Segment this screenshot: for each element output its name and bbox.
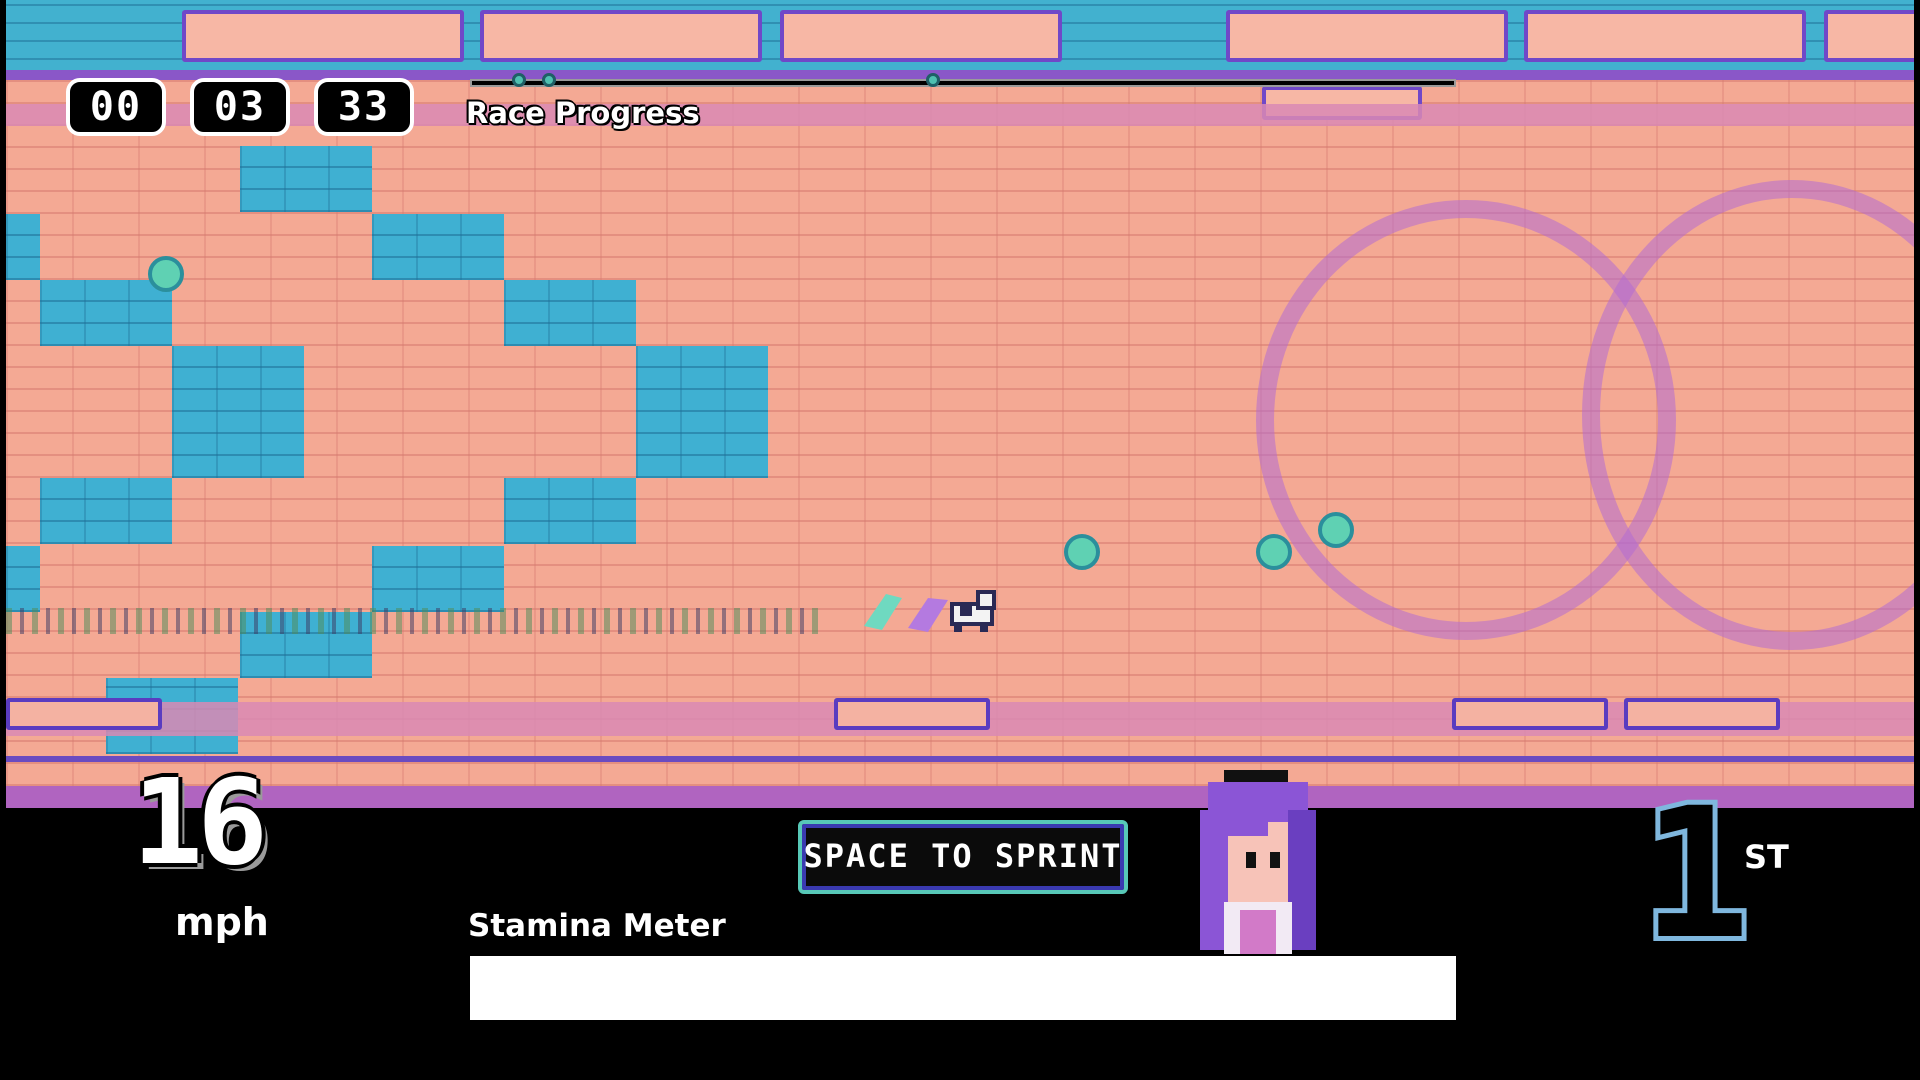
wall-panel bbox=[182, 10, 464, 62]
track-rail bbox=[1452, 698, 1608, 730]
stamina-bubble bbox=[148, 256, 184, 292]
blue-tile-block bbox=[372, 214, 504, 280]
upper-track-stripe bbox=[6, 104, 1914, 126]
rival-progress-marker bbox=[541, 73, 556, 87]
blue-tile-block bbox=[6, 214, 40, 280]
dust-trail bbox=[6, 608, 826, 634]
timer-seconds: 03 bbox=[190, 78, 290, 136]
blue-tile-block bbox=[372, 546, 504, 612]
blue-tile-block bbox=[40, 280, 172, 346]
sprint-button[interactable]: SPACE TO SPRINT bbox=[798, 820, 1128, 894]
racer-portrait-icon bbox=[1200, 770, 1316, 954]
stamina-meter-fill bbox=[470, 956, 1456, 1020]
wall-panel bbox=[780, 10, 1062, 62]
blue-tile-block bbox=[504, 280, 636, 346]
track-rail bbox=[1624, 698, 1780, 730]
blue-tile-block bbox=[240, 146, 372, 212]
speed-readout: 16 bbox=[132, 753, 268, 891]
runner-dog-icon bbox=[864, 590, 996, 632]
stamina-bubble bbox=[1064, 534, 1100, 570]
ring-marking bbox=[1582, 180, 1914, 650]
race-track bbox=[6, 0, 1914, 808]
track-rail bbox=[6, 698, 162, 730]
track-rail bbox=[834, 698, 990, 730]
timer-minutes: 00 bbox=[66, 78, 166, 136]
timer-centiseconds: 33 bbox=[314, 78, 414, 136]
race-position-suffix: ST bbox=[1744, 838, 1789, 876]
wall-panel bbox=[1226, 10, 1508, 62]
stamina-bubble bbox=[1256, 534, 1292, 570]
blue-tile-block bbox=[40, 478, 172, 544]
stamina-meter-bar bbox=[470, 956, 1456, 1020]
blue-tile-block bbox=[636, 346, 768, 478]
stamina-bubble bbox=[1318, 512, 1354, 548]
wall-panel bbox=[1824, 10, 1914, 62]
race-progress-label: Race Progress bbox=[466, 96, 700, 130]
wall-panel bbox=[1524, 10, 1806, 62]
race-progress-bar bbox=[470, 79, 1456, 87]
speed-unit-label: mph bbox=[175, 900, 269, 944]
blue-tile-block bbox=[6, 546, 40, 612]
wall-panel bbox=[480, 10, 762, 62]
stamina-meter-label: Stamina Meter bbox=[468, 908, 726, 944]
blue-tile-block bbox=[172, 346, 304, 478]
blue-tile-block bbox=[504, 478, 636, 544]
